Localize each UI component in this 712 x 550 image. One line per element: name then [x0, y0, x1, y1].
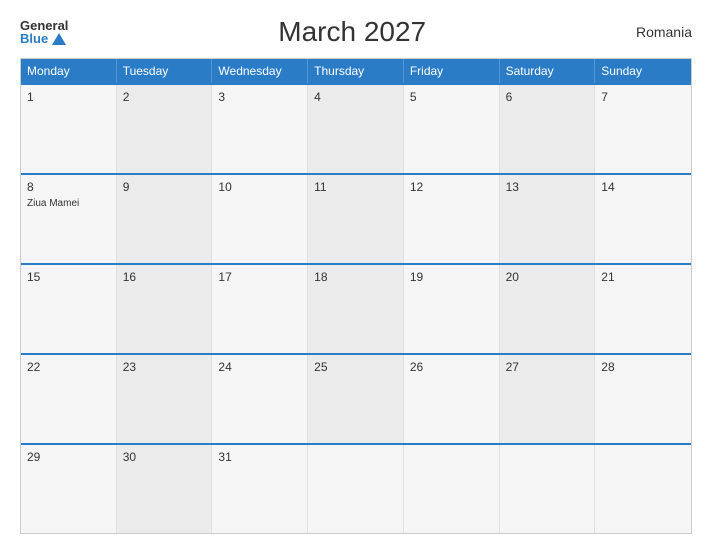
table-row: 2 — [117, 85, 213, 173]
day-number: 30 — [123, 450, 206, 464]
header-tuesday: Tuesday — [117, 59, 213, 83]
day-number: 23 — [123, 360, 206, 374]
table-row: 27 — [500, 355, 596, 443]
table-row: 18 — [308, 265, 404, 353]
table-row: 11 — [308, 175, 404, 263]
country-label: Romania — [636, 24, 692, 40]
table-row — [595, 445, 691, 533]
day-number: 13 — [506, 180, 589, 194]
day-number: 10 — [218, 180, 301, 194]
table-row: 19 — [404, 265, 500, 353]
day-number: 20 — [506, 270, 589, 284]
day-number: 14 — [601, 180, 685, 194]
event-label: Ziua Mamei — [27, 198, 110, 209]
logo-blue-text: Blue — [20, 32, 66, 45]
table-row: 23 — [117, 355, 213, 443]
table-row — [308, 445, 404, 533]
logo: General Blue — [20, 19, 68, 45]
day-number: 21 — [601, 270, 685, 284]
logo-triangle-icon — [52, 33, 66, 45]
table-row — [404, 445, 500, 533]
table-row: 29 — [21, 445, 117, 533]
day-number: 3 — [218, 90, 301, 104]
table-row: 22 — [21, 355, 117, 443]
header-wednesday: Wednesday — [212, 59, 308, 83]
day-number: 17 — [218, 270, 301, 284]
table-row: 30 — [117, 445, 213, 533]
header-thursday: Thursday — [308, 59, 404, 83]
day-number: 11 — [314, 180, 397, 194]
table-row: 28 — [595, 355, 691, 443]
day-number: 5 — [410, 90, 493, 104]
day-number: 12 — [410, 180, 493, 194]
table-row: 31 — [212, 445, 308, 533]
header-monday: Monday — [21, 59, 117, 83]
day-number: 16 — [123, 270, 206, 284]
day-number: 7 — [601, 90, 685, 104]
table-row — [500, 445, 596, 533]
day-number: 9 — [123, 180, 206, 194]
day-number: 28 — [601, 360, 685, 374]
header-sunday: Sunday — [595, 59, 691, 83]
day-number: 22 — [27, 360, 110, 374]
day-number: 1 — [27, 90, 110, 104]
table-row: 9 — [117, 175, 213, 263]
calendar-body: 12345678Ziua Mamei9101112131415161718192… — [21, 83, 691, 533]
table-row: 24 — [212, 355, 308, 443]
table-row: 25 — [308, 355, 404, 443]
table-row: 21 — [595, 265, 691, 353]
day-number: 18 — [314, 270, 397, 284]
calendar-week-3: 15 16 17 18 19 20 21 — [21, 263, 691, 353]
day-number: 15 — [27, 270, 110, 284]
header-saturday: Saturday — [500, 59, 596, 83]
calendar: Monday Tuesday Wednesday Thursday Friday… — [20, 58, 692, 534]
day-number: 4 — [314, 90, 397, 104]
table-row: 1 — [21, 85, 117, 173]
table-row: 3 — [212, 85, 308, 173]
calendar-week-4: 22 23 24 25 26 27 28 — [21, 353, 691, 443]
header-friday: Friday — [404, 59, 500, 83]
day-number: 25 — [314, 360, 397, 374]
day-number: 8 — [27, 180, 110, 194]
calendar-header: Monday Tuesday Wednesday Thursday Friday… — [21, 59, 691, 83]
header: General Blue March 2027 Romania — [20, 16, 692, 48]
table-row: 20 — [500, 265, 596, 353]
day-number: 2 — [123, 90, 206, 104]
table-row: 8 Ziua Mamei — [21, 175, 117, 263]
table-row: 15 — [21, 265, 117, 353]
day-number: 27 — [506, 360, 589, 374]
day-number: 19 — [410, 270, 493, 284]
table-row: 10 — [212, 175, 308, 263]
table-row: 13 — [500, 175, 596, 263]
calendar-week-1: 1234567 — [21, 83, 691, 173]
page: General Blue March 2027 Romania Monday T… — [0, 0, 712, 550]
table-row: 5 — [404, 85, 500, 173]
table-row: 6 — [500, 85, 596, 173]
day-number: 24 — [218, 360, 301, 374]
table-row: 17 — [212, 265, 308, 353]
calendar-title: March 2027 — [278, 16, 426, 48]
day-number: 6 — [506, 90, 589, 104]
calendar-week-5: 29 30 31 — [21, 443, 691, 533]
table-row: 4 — [308, 85, 404, 173]
table-row: 26 — [404, 355, 500, 443]
day-number: 29 — [27, 450, 110, 464]
table-row: 16 — [117, 265, 213, 353]
table-row: 7 — [595, 85, 691, 173]
day-number: 26 — [410, 360, 493, 374]
day-number: 31 — [218, 450, 301, 464]
table-row: 12 — [404, 175, 500, 263]
calendar-week-2: 8 Ziua Mamei 9 10 11 12 13 14 — [21, 173, 691, 263]
table-row: 14 — [595, 175, 691, 263]
